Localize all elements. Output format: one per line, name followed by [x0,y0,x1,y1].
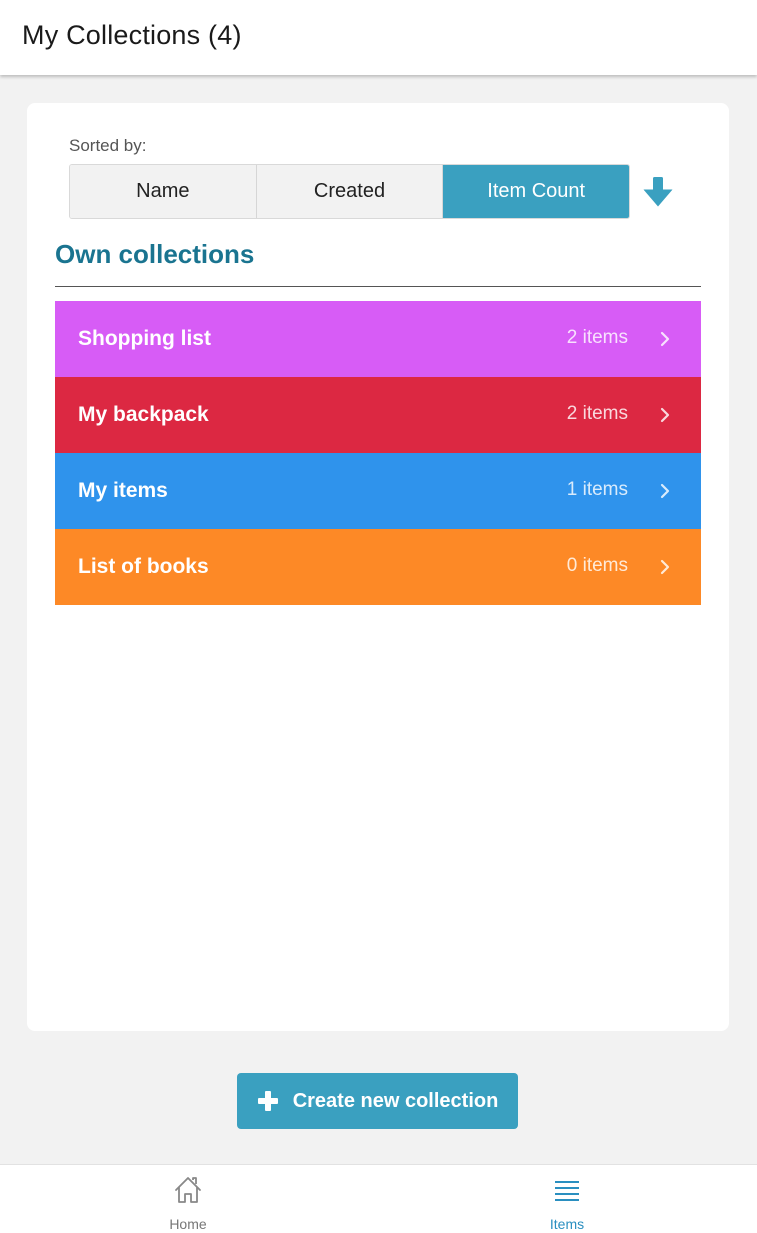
section-divider [55,286,701,287]
chevron-right-icon [660,483,670,499]
collection-name: Shopping list [78,327,211,350]
bottom-navigation: Home Items [0,1164,757,1233]
collection-row[interactable]: List of books 0 items [55,529,701,605]
page-title: My Collections (4) [22,20,242,50]
sort-by-created-button[interactable]: Created [256,165,444,218]
arrow-down-icon[interactable] [641,175,675,209]
collections-card: Sorted by: Name Created Item Count Own c… [27,103,729,1031]
app: My Collections (4) Sorted by: Name Creat… [0,0,757,1233]
list-icon [555,1181,579,1201]
collection-item-count: 2 items [566,327,628,348]
create-collection-button[interactable]: Create new collection [237,1073,518,1129]
nav-items-label: Items [549,1216,585,1232]
sort-by-name-button[interactable]: Name [70,165,257,218]
collection-row[interactable]: My backpack 2 items [55,377,701,453]
nav-items[interactable]: Items [467,1165,667,1233]
plus-icon [257,1091,278,1111]
chevron-right-icon [660,407,670,423]
collection-name: List of books [78,555,209,578]
collection-item-count: 1 items [566,479,628,500]
collection-name: My items [78,479,168,502]
top-bar: My Collections (4) [0,0,757,75]
collection-item-count: 0 items [566,555,628,576]
chevron-right-icon [660,559,670,575]
collection-list: Shopping list 2 items My backpack 2 item… [55,301,701,605]
collection-item-count: 2 items [566,403,628,424]
collection-name: My backpack [78,403,209,426]
home-icon [175,1177,201,1203]
sort-label: Sorted by: [69,136,147,155]
nav-home[interactable]: Home [88,1165,288,1233]
sort-segmented-control: Name Created Item Count [69,164,630,219]
sort-by-item-count-button[interactable]: Item Count [443,165,629,218]
chevron-right-icon [660,331,670,347]
section-title: Own collections [55,239,255,269]
create-collection-label: Create new collection [292,1089,499,1112]
collection-row[interactable]: My items 1 items [55,453,701,529]
collection-row[interactable]: Shopping list 2 items [55,301,701,377]
nav-home-label: Home [169,1216,207,1232]
